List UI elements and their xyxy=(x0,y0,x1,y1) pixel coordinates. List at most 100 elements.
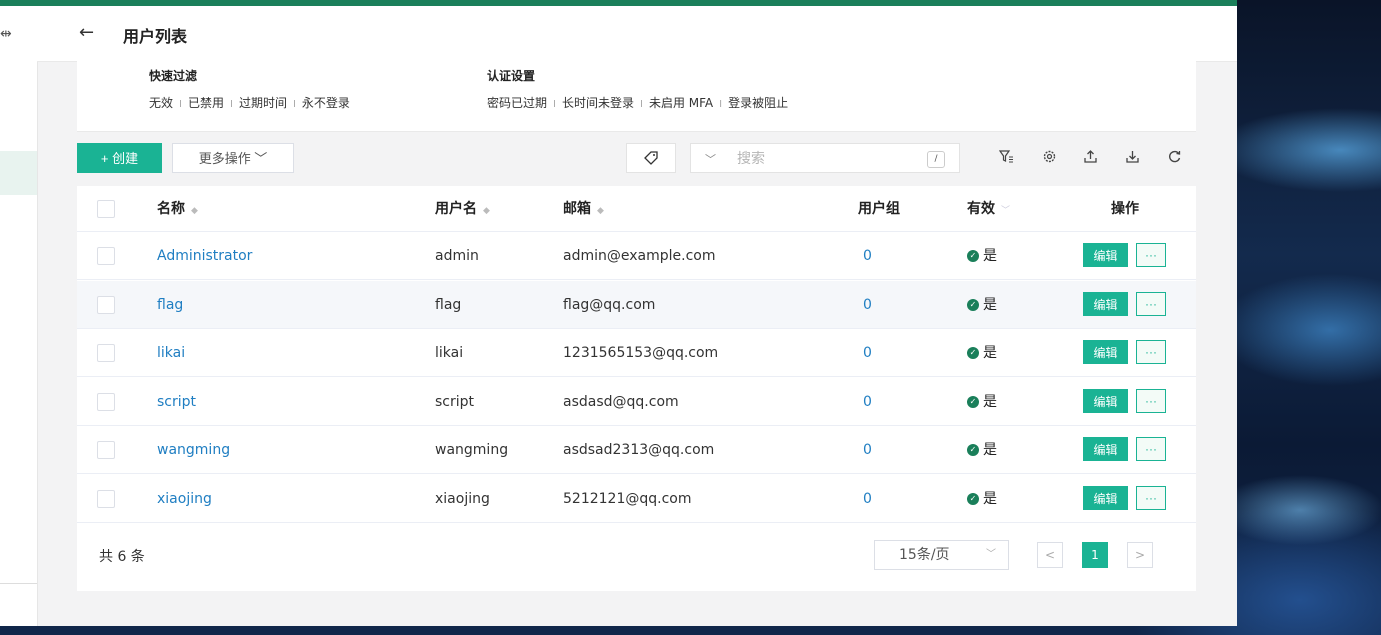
row-more-button[interactable]: ··· xyxy=(1136,340,1166,364)
quick-filter-items: 无效 I 已禁用 I 过期时间 I 永不登录 xyxy=(149,94,350,111)
page-header: ← 用户列表 xyxy=(37,6,1237,62)
table-row: Administrator admin admin@example.com 0 ✓ 是编辑… xyxy=(77,232,1196,280)
active-status-text: 是 xyxy=(983,248,997,264)
import-icon[interactable] xyxy=(1125,149,1140,168)
group-count-cell[interactable]: 0 xyxy=(863,475,872,523)
sort-icon[interactable]: ◆ xyxy=(483,206,490,216)
active-status-cell: ✓ 是 xyxy=(967,426,997,474)
filter-long-inactive[interactable]: 长时间未登录 xyxy=(562,96,634,110)
edit-button[interactable]: 编辑 xyxy=(1083,485,1128,510)
tag-icon[interactable] xyxy=(626,143,676,173)
column-header-name[interactable]: 名称 ◆ xyxy=(157,186,198,234)
group-count-cell[interactable]: 0 xyxy=(863,329,872,377)
filter-disabled[interactable]: 已禁用 xyxy=(188,96,224,110)
sort-icon[interactable]: ◆ xyxy=(597,206,604,216)
chevron-down-icon[interactable]: ﹀ xyxy=(705,151,716,167)
row-more-button[interactable]: ··· xyxy=(1136,243,1166,267)
search-input[interactable] xyxy=(735,148,919,170)
email-cell: 5212121@qq.com xyxy=(563,490,692,507)
row-checkbox[interactable] xyxy=(97,392,115,411)
group-count-cell[interactable]: 0 xyxy=(863,426,872,474)
select-all-checkbox[interactable] xyxy=(97,200,115,218)
search-box[interactable]: ﹀ / xyxy=(690,143,960,173)
user-name-link[interactable]: wangming xyxy=(157,426,230,474)
more-actions-button[interactable]: 更多操作 ﹀ xyxy=(172,143,294,173)
sort-icon[interactable]: ◆ xyxy=(191,206,198,216)
group-count-cell[interactable]: 0 xyxy=(863,232,872,280)
sidebar-item-active[interactable] xyxy=(0,151,37,195)
group-count-cell[interactable]: 0 xyxy=(863,378,872,426)
filter-separator: I xyxy=(179,99,182,110)
total-count: 共 6 条 xyxy=(99,549,145,565)
row-more-button[interactable]: ··· xyxy=(1136,388,1166,413)
edit-button[interactable]: 编辑 xyxy=(1083,340,1128,364)
sidebar-toggle-icon[interactable]: ⇹ xyxy=(0,26,12,42)
column-header-email[interactable]: 邮箱 ◆ xyxy=(563,186,604,234)
active-status-cell: ✓ 是 xyxy=(967,329,997,377)
table-row: flag flag flag@qq.com 0 ✓ 是编辑 ··· xyxy=(77,280,1196,329)
filter-invalid[interactable]: 无效 xyxy=(149,96,173,110)
username-cell: flag xyxy=(435,296,462,313)
table-row: likai likai 1231565153@qq.com 0 ✓ 是编辑 ··· xyxy=(77,329,1196,377)
table-toolbar: + 创建 更多操作 ﹀ ﹀ / xyxy=(77,143,1196,173)
filter-separator: I xyxy=(292,99,296,110)
active-status-text: 是 xyxy=(983,345,997,361)
username-cell: wangming xyxy=(435,442,509,458)
row-checkbox[interactable] xyxy=(97,247,115,265)
next-page-button[interactable]: > xyxy=(1127,542,1153,568)
user-name-link[interactable]: xiaojing xyxy=(157,475,212,523)
check-circle-icon: ✓ xyxy=(967,347,979,359)
row-more-button[interactable]: ··· xyxy=(1136,485,1166,510)
user-name-link[interactable]: flag xyxy=(157,281,183,329)
group-count-cell[interactable]: 0 xyxy=(863,281,872,329)
quick-filter-panel: 快速过滤 无效 I 已禁用 I 过期时间 I 永不登录 认证设置 密码已过期 I 长时间未登录 I… xyxy=(77,61,1196,132)
active-status-text: 是 xyxy=(983,490,997,507)
user-table: 名称 ◆ 用户名 ◆ 邮箱 ◆ 用户组 有效 ﹀ 操作 Administrator adm… xyxy=(77,186,1196,523)
active-status-text: 是 xyxy=(983,393,997,410)
user-name-link[interactable]: script xyxy=(157,378,196,426)
page-size-select[interactable]: 15条/页 ﹀ xyxy=(874,540,1009,570)
user-name-link[interactable]: likai xyxy=(157,329,185,377)
column-header-email-label: 邮箱 xyxy=(563,201,591,217)
export-icon[interactable] xyxy=(1083,149,1098,168)
check-circle-icon: ✓ xyxy=(967,444,979,456)
column-header-actions: 操作 xyxy=(1111,201,1139,217)
row-more-button[interactable]: ··· xyxy=(1136,437,1166,461)
column-header-username[interactable]: 用户名 ◆ xyxy=(435,186,490,234)
arrow-left-icon[interactable]: ← xyxy=(79,22,94,43)
create-button[interactable]: + 创建 xyxy=(77,143,162,173)
active-status-text: 是 xyxy=(983,442,997,458)
row-checkbox[interactable] xyxy=(97,295,115,314)
row-checkbox[interactable] xyxy=(97,489,115,508)
filter-never-login[interactable]: 永不登录 xyxy=(302,96,350,110)
row-checkbox[interactable] xyxy=(97,441,115,459)
filter-password-expired[interactable]: 密码已过期 xyxy=(487,96,547,110)
filter-separator: I xyxy=(229,99,233,110)
refresh-icon[interactable] xyxy=(1167,149,1182,168)
column-header-username-label: 用户名 xyxy=(435,201,477,217)
quick-filter-heading: 快速过滤 xyxy=(149,69,198,83)
active-status-cell: ✓ 是 xyxy=(967,232,997,280)
row-more-button[interactable]: ··· xyxy=(1136,291,1166,316)
filter-mfa-disabled[interactable]: 未启用 MFA xyxy=(649,96,713,110)
pagination-bar: 共 6 条 15条/页 ﹀ < 1 > xyxy=(77,523,1196,591)
username-cell: likai xyxy=(435,345,464,361)
column-header-active[interactable]: 有效 ﹀ xyxy=(967,186,1010,234)
filter-dropdown-icon[interactable]: ﹀ xyxy=(1001,206,1010,216)
prev-page-button[interactable]: < xyxy=(1037,542,1063,568)
sidebar: ⇹ xyxy=(0,6,38,626)
row-checkbox[interactable] xyxy=(97,344,115,362)
filter-login-blocked[interactable]: 登录被阻止 xyxy=(728,96,788,110)
edit-button[interactable]: 编辑 xyxy=(1083,388,1128,413)
settings-icon[interactable] xyxy=(1042,149,1057,168)
user-name-link[interactable]: Administrator xyxy=(157,232,252,280)
edit-button[interactable]: 编辑 xyxy=(1083,291,1128,316)
page-title: 用户列表 xyxy=(123,27,188,46)
auth-filter-items: 密码已过期 I 长时间未登录 I 未启用 MFA I 登录被阻止 xyxy=(487,94,788,111)
page-number-current[interactable]: 1 xyxy=(1082,542,1108,568)
active-status-text: 是 xyxy=(983,296,997,313)
filter-icon[interactable] xyxy=(998,149,1014,168)
edit-button[interactable]: 编辑 xyxy=(1083,437,1128,461)
edit-button[interactable]: 编辑 xyxy=(1083,243,1128,267)
filter-expired[interactable]: 过期时间 xyxy=(239,96,287,110)
